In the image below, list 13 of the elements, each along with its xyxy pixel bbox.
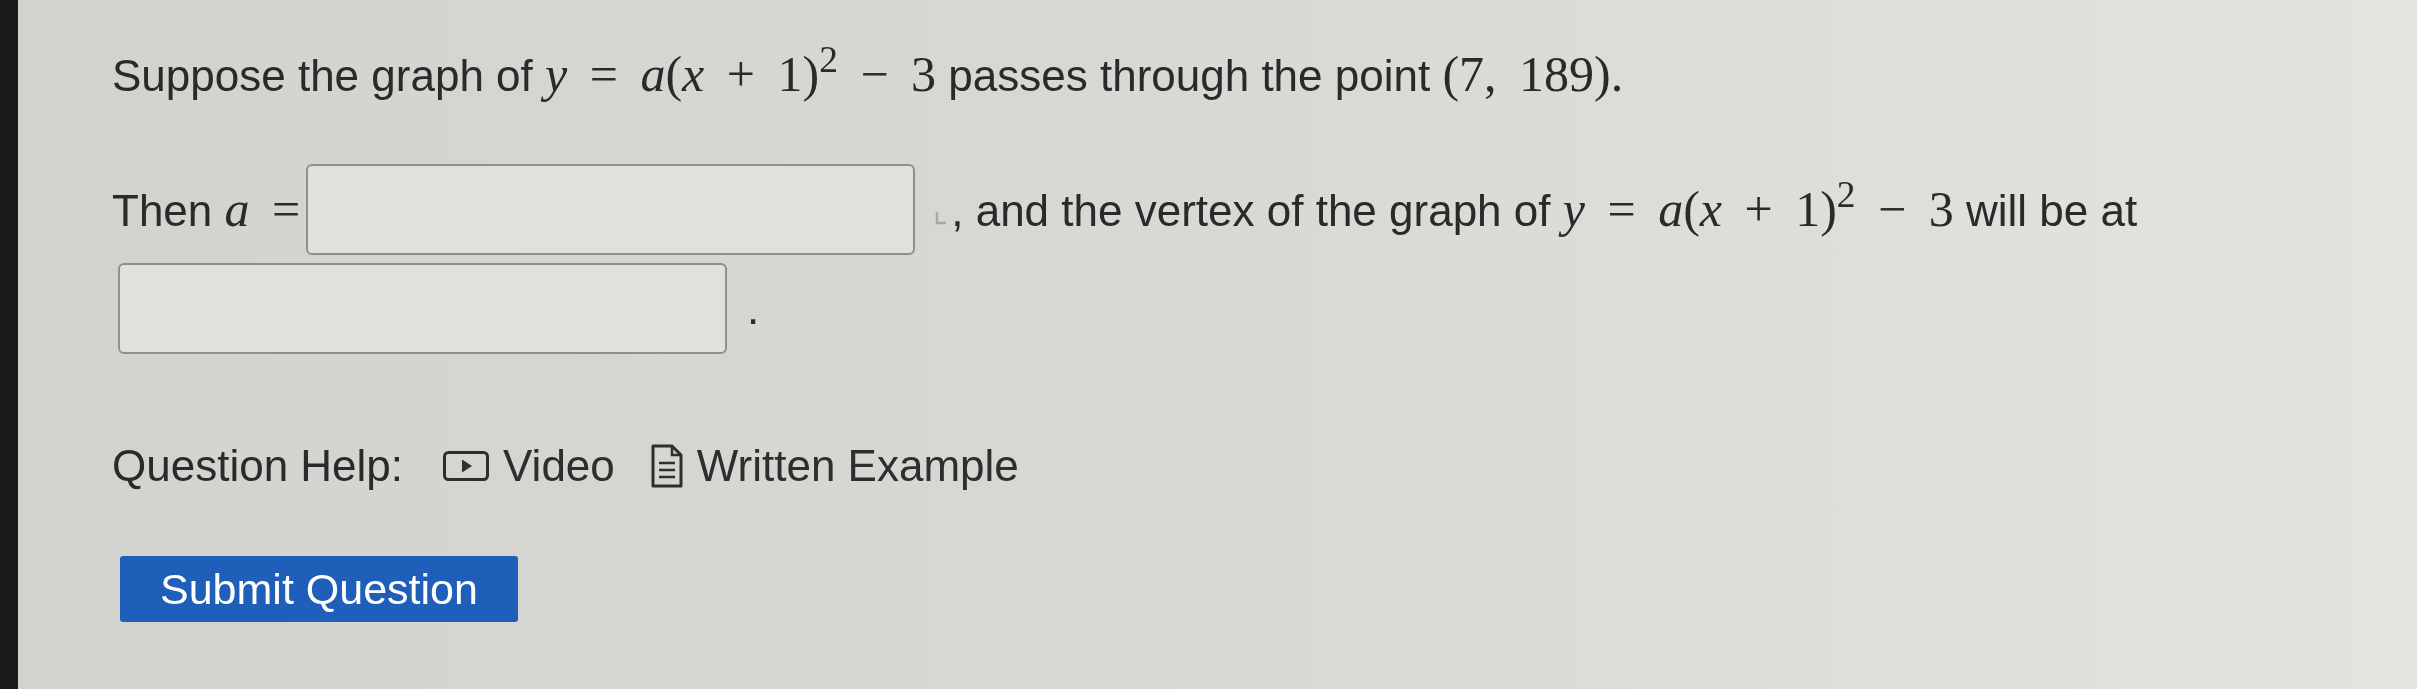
- answer-field[interactable]: [118, 263, 727, 354]
- prompt-text: .: [747, 282, 760, 335]
- submit-button[interactable]: Submit Question: [120, 556, 518, 622]
- video-icon: [443, 451, 490, 481]
- written-example-link[interactable]: Written Example: [650, 438, 1019, 494]
- question-help-label: Question Help:: [112, 440, 404, 492]
- prompt-text: , and the vertex of the graph of y = a(x + 1)$^{2}$ − 3 will be at: [951, 180, 2138, 239]
- document-icon: [650, 444, 683, 488]
- bracket-mark-icon: [935, 211, 948, 225]
- video-link[interactable]: Video: [443, 438, 615, 494]
- prompt-text: Then a =: [112, 180, 301, 239]
- question-text: Suppose the graph of y = a(x + 1)$^{2}$ − 3 passes through the point (7, 189).: [112, 46, 1624, 104]
- answer-field[interactable]: [306, 164, 916, 255]
